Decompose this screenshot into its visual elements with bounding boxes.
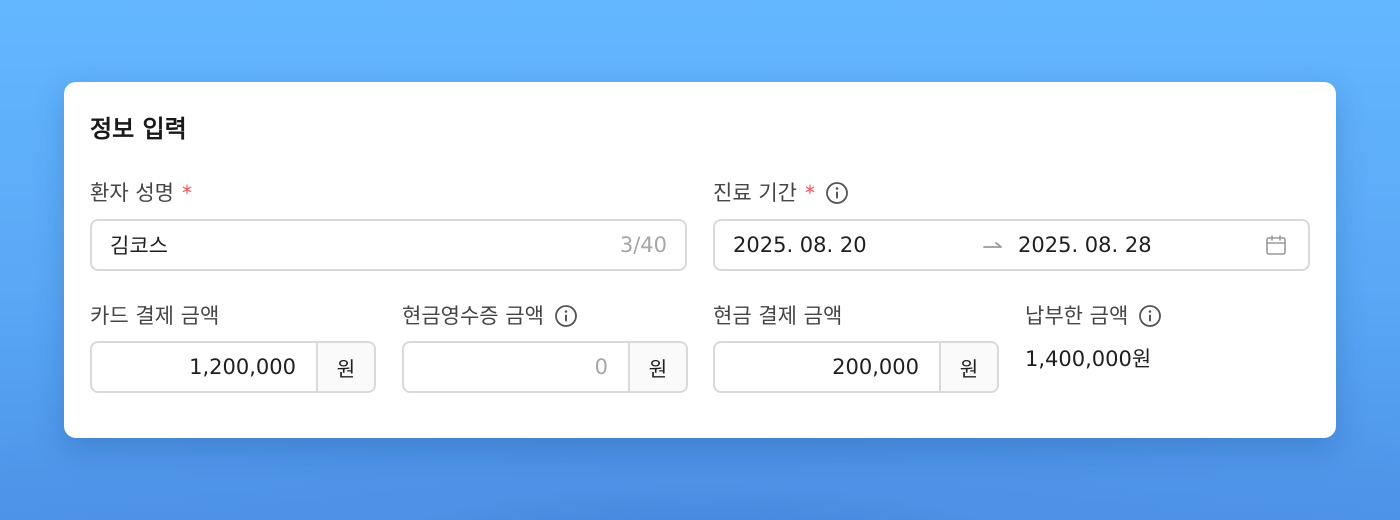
- cash-receipt-label-text: 현금영수증 금액: [402, 304, 544, 328]
- end-date[interactable]: 2025. 08. 28: [1018, 233, 1152, 257]
- required-mark: *: [181, 181, 192, 205]
- card-payment-label: 카드 결제 금액: [90, 301, 219, 331]
- required-mark: *: [804, 181, 815, 205]
- cash-receipt-label: 현금영수증 금액: [402, 301, 578, 331]
- card-payment-input[interactable]: 1,200,000 원: [90, 341, 376, 393]
- cash-receipt-placeholder[interactable]: 0: [404, 343, 628, 391]
- currency-unit: 원: [939, 343, 997, 391]
- calendar-icon[interactable]: [1264, 233, 1288, 257]
- character-counter: 3/40: [619, 233, 667, 257]
- patient-name-label: 환자 성명 *: [90, 178, 192, 208]
- start-date[interactable]: 2025. 08. 20: [733, 233, 867, 257]
- paid-amount-value: 1,400,000원: [1025, 347, 1152, 371]
- info-input-card: 정보 입력 환자 성명 * 김코스 3/40 진료 기간 * 2025. 08.…: [64, 82, 1336, 438]
- cash-payment-label: 현금 결제 금액: [713, 301, 842, 331]
- info-icon[interactable]: [1138, 304, 1162, 328]
- treatment-period-label: 진료 기간 *: [713, 178, 849, 208]
- treatment-period-label-text: 진료 기간: [713, 181, 797, 205]
- arrow-right-icon: [981, 234, 1005, 258]
- card-payment-label-text: 카드 결제 금액: [90, 304, 220, 328]
- patient-name-label-text: 환자 성명: [90, 181, 174, 205]
- currency-unit: 원: [628, 343, 686, 391]
- info-icon[interactable]: [825, 181, 849, 205]
- card-title: 정보 입력: [90, 115, 187, 143]
- patient-name-value[interactable]: 김코스: [110, 230, 620, 260]
- info-icon[interactable]: [554, 304, 578, 328]
- paid-amount-label-text: 납부한 금액: [1025, 304, 1129, 328]
- date-range-picker[interactable]: 2025. 08. 20 2025. 08. 28: [713, 219, 1310, 271]
- card-payment-value[interactable]: 1,200,000: [92, 343, 316, 391]
- patient-name-input[interactable]: 김코스 3/40: [90, 219, 687, 271]
- cash-receipt-input[interactable]: 0 원: [402, 341, 688, 393]
- currency-unit: 원: [316, 343, 374, 391]
- cash-payment-input[interactable]: 200,000 원: [713, 341, 999, 393]
- cash-payment-label-text: 현금 결제 금액: [713, 304, 843, 328]
- cash-payment-value[interactable]: 200,000: [715, 343, 939, 391]
- paid-amount-label: 납부한 금액: [1025, 301, 1162, 331]
